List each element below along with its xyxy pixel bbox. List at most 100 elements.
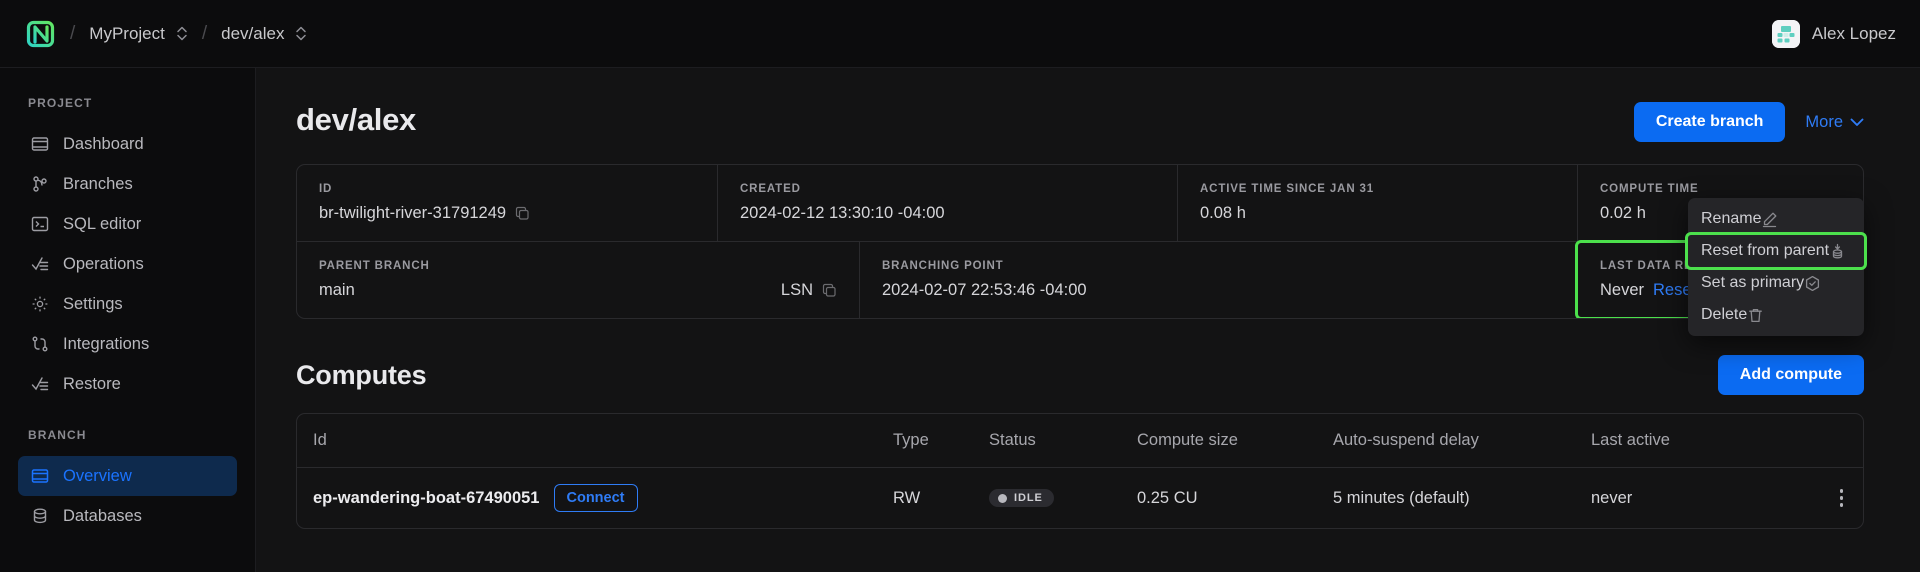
copy-icon[interactable] [515,206,530,221]
table-row[interactable]: ep-wandering-boat-67490051 Connect RW ID… [297,468,1863,528]
column-header-type: Type [893,431,989,450]
computes-title: Computes [296,360,426,391]
up-down-chevron-icon[interactable] [176,25,188,42]
sidebar-item-label: Operations [63,255,144,274]
branches-icon [30,175,49,194]
info-label: PARENT BRANCH [319,260,837,272]
connect-button[interactable]: Connect [554,484,638,512]
info-cell-created: CREATED 2024-02-12 13:30:10 -04:00 [717,165,1177,241]
page-title: dev/alex [296,102,416,138]
info-label: CREATED [740,183,1155,195]
operations-icon [30,255,49,274]
add-compute-button[interactable]: Add compute [1718,355,1864,395]
user-name: Alex Lopez [1812,24,1896,44]
menu-item-reset-from-parent[interactable]: Reset from parent [1688,235,1864,267]
menu-item-set-as-primary[interactable]: Set as primary [1688,267,1864,299]
sidebar-item-operations[interactable]: Operations [18,244,237,284]
breadcrumb-project[interactable]: MyProject [89,24,188,44]
branch-info-row-1: ID br-twilight-river-31791249 CREATED [297,165,1863,241]
computes-table: Id Type Status Compute size Auto-suspend… [296,413,1864,529]
more-dropdown-menu: Rename Reset from parent [1688,198,1864,336]
menu-item-label: Reset from parent [1701,242,1829,260]
column-header-delay: Auto-suspend delay [1333,431,1591,450]
parent-branch-text: main [319,281,355,300]
status-dot-icon [998,494,1007,503]
sidebar-section-branch: BRANCH [18,428,237,442]
more-button-label: More [1805,113,1843,132]
integrations-icon [30,335,49,354]
pencil-icon [1761,211,1778,228]
chevron-down-icon [1850,113,1864,132]
info-label: BRANCHING POINT [882,260,1555,272]
sidebar: PROJECT Dashboard Branches [0,68,256,572]
kebab-menu-icon[interactable] [1836,485,1848,511]
info-value: 2024-02-12 13:30:10 -04:00 [740,204,1155,223]
body: PROJECT Dashboard Branches [0,68,1920,572]
up-down-chevron-icon[interactable] [295,25,307,42]
sidebar-item-databases[interactable]: Databases [18,496,237,536]
cell-row-actions [1807,485,1847,511]
top-bar: / MyProject / dev/alex [0,0,1920,68]
neon-logo-icon[interactable] [26,19,56,49]
branch-info-card: ID br-twilight-river-31791249 CREATED [296,164,1864,319]
check-shield-icon [1804,275,1821,292]
info-cell-parent-branch: PARENT BRANCH main LSN [297,242,859,318]
sidebar-item-label: Settings [63,295,123,314]
column-header-status: Status [989,431,1137,450]
sidebar-item-settings[interactable]: Settings [18,284,237,324]
cell-last-active: never [1591,489,1807,508]
status-badge: IDLE [989,489,1054,507]
info-cell-id: ID br-twilight-river-31791249 [297,165,717,241]
gear-icon [30,295,49,314]
main-content: dev/alex Create branch More ID [256,68,1920,572]
info-label: COMPUTE TIME [1600,183,1841,195]
breadcrumb-branch[interactable]: dev/alex [221,24,307,44]
sidebar-section-project: PROJECT [18,96,237,110]
info-label: ACTIVE TIME SINCE JAN 31 [1200,183,1555,195]
info-value: br-twilight-river-31791249 [319,204,695,223]
lsn-group[interactable]: LSN [781,281,837,300]
sidebar-item-label: Overview [63,467,132,486]
trash-icon [1747,307,1764,324]
breadcrumb-separator-2: / [202,23,207,45]
branch-id-text: br-twilight-river-31791249 [319,204,506,223]
column-header-size: Compute size [1137,431,1333,450]
info-cell-branching-point: BRANCHING POINT 2024-02-07 22:53:46 -04:… [859,242,1577,318]
avatar [1772,20,1800,48]
menu-item-label: Rename [1701,210,1761,228]
sidebar-item-dashboard[interactable]: Dashboard [18,124,237,164]
page-header-actions: Create branch More [1634,102,1864,142]
cell-compute-id: ep-wandering-boat-67490051 Connect [313,484,893,512]
menu-item-label: Set as primary [1701,274,1804,292]
breadcrumb-branch-label: dev/alex [221,24,284,44]
computes-header: Computes Add compute [296,355,1864,395]
sidebar-item-branches[interactable]: Branches [18,164,237,204]
sidebar-item-restore[interactable]: Restore [18,364,237,404]
breadcrumb-project-label: MyProject [89,24,165,44]
table-header-row: Id Type Status Compute size Auto-suspend… [297,414,1863,468]
dashboard-icon [30,135,49,154]
info-label: ID [319,183,695,195]
copy-icon[interactable] [822,283,837,298]
sidebar-item-label: SQL editor [63,215,141,234]
last-data-reset-text: Never [1600,281,1644,300]
sidebar-item-label: Branches [63,175,133,194]
menu-item-rename[interactable]: Rename [1688,203,1864,235]
column-header-last-active: Last active [1591,431,1807,450]
restore-icon [30,375,49,394]
user-menu[interactable]: Alex Lopez [1772,20,1896,48]
sidebar-item-sql-editor[interactable]: SQL editor [18,204,237,244]
cell-autosuspend-delay: 5 minutes (default) [1333,489,1591,508]
sidebar-item-overview[interactable]: Overview [18,456,237,496]
create-branch-button[interactable]: Create branch [1634,102,1786,142]
page-header: dev/alex Create branch More [296,102,1864,142]
sidebar-item-label: Restore [63,375,121,394]
sidebar-item-label: Integrations [63,335,149,354]
more-button[interactable]: More [1805,113,1864,132]
info-value: 0.08 h [1200,204,1555,223]
sidebar-item-integrations[interactable]: Integrations [18,324,237,364]
sidebar-item-label: Databases [63,507,142,526]
menu-item-delete[interactable]: Delete [1688,299,1864,331]
app-root: / MyProject / dev/alex [0,0,1920,572]
cell-status: IDLE [989,489,1137,507]
